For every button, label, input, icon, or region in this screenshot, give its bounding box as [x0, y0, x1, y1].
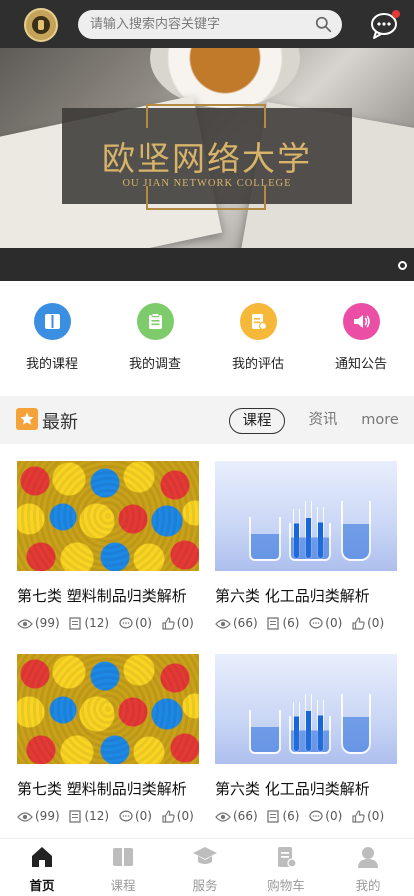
thumbs-up-icon	[162, 810, 175, 823]
quick-nav-label: 我的课程	[25, 357, 78, 372]
bottom-nav-label: 我的	[355, 878, 381, 893]
quick-nav-label: 我的评估	[231, 357, 284, 372]
comment-icon	[309, 810, 323, 822]
banner-frame-line	[264, 104, 266, 128]
eye-icon	[17, 619, 33, 629]
course-title[interactable]: 第六类 化工品归类解析	[215, 778, 397, 799]
comments-count: (0)	[134, 809, 152, 823]
survey-icon	[148, 313, 162, 329]
comments-count: (0)	[325, 616, 343, 630]
quick-nav-my-courses[interactable]: 我的课程	[6, 303, 98, 372]
cart-doc-icon	[278, 847, 297, 868]
tab-courses[interactable]: 课程	[229, 408, 285, 434]
thumbs-up-icon	[352, 810, 365, 823]
note-icon	[69, 810, 82, 823]
course-stats: (99) (12) (0) (0)	[17, 616, 199, 630]
comment-icon	[309, 617, 323, 629]
banner-title-cn: 欧坚网络大学	[102, 139, 312, 178]
banner-bottom-strip	[0, 248, 414, 281]
bottom-nav-label: 课程	[110, 878, 136, 893]
book-icon	[44, 314, 60, 329]
course-stats: (66) (6) (0) (0)	[215, 809, 397, 823]
course-title[interactable]: 第六类 化工品归类解析	[215, 585, 397, 606]
banner-frame-line	[146, 104, 266, 106]
quick-nav-notices[interactable]: 通知公告	[315, 303, 407, 372]
search-input[interactable]	[90, 10, 310, 39]
course-book-icon	[113, 848, 133, 866]
graduation-cap-icon	[193, 847, 217, 864]
home-icon	[32, 847, 52, 867]
hero-banner[interactable]: 欧坚网络大学 OU JIAN NETWORK COLLEGE	[0, 48, 414, 281]
banner-frame-line	[264, 186, 266, 210]
course-title[interactable]: 第七类 塑料制品归类解析	[17, 585, 199, 606]
bottom-nav-label: 购物车	[267, 878, 305, 893]
thumbs-up-icon	[162, 617, 175, 630]
message-icon[interactable]	[368, 7, 402, 41]
tab-news[interactable]: 资讯	[302, 408, 344, 434]
course-thumbnail-gears[interactable]	[17, 654, 199, 764]
notes-count: (12)	[84, 809, 110, 823]
quick-nav-my-evaluation[interactable]: 我的评估	[212, 303, 304, 372]
course-card[interactable]: 第六类 化工品归类解析 (66) (6) (0) (0)	[215, 461, 397, 630]
views-count: (99)	[35, 616, 60, 630]
note-icon	[69, 617, 82, 630]
speaker-icon	[353, 315, 370, 328]
quick-nav-my-survey[interactable]: 我的调查	[109, 303, 201, 372]
tab-more[interactable]: more	[356, 408, 404, 434]
bottom-nav-course[interactable]: 课程	[88, 845, 158, 894]
course-thumbnail-lab[interactable]	[215, 654, 397, 764]
course-card[interactable]: 第七类 塑料制品归类解析 (99) (12) (0) (0)	[17, 654, 199, 823]
note-icon	[267, 810, 280, 823]
search-bar[interactable]	[78, 10, 342, 39]
course-card[interactable]: 第七类 塑料制品归类解析 (99) (12) (0) (0)	[17, 461, 199, 630]
banner-frame-line	[146, 208, 266, 210]
views-count: (99)	[35, 809, 60, 823]
bottom-nav-profile[interactable]: 我的	[333, 845, 403, 894]
bottom-nav-service[interactable]: 服务	[170, 845, 240, 894]
banner-frame-line	[146, 186, 148, 210]
quick-nav: 我的课程 我的调查 我的评估 通知公告	[0, 281, 414, 396]
bottom-nav-label: 首页	[29, 878, 55, 893]
likes-count: (0)	[176, 809, 194, 823]
course-stats: (99) (12) (0) (0)	[17, 809, 199, 823]
quick-nav-label: 我的调查	[128, 357, 181, 372]
search-icon[interactable]	[315, 16, 332, 33]
course-card[interactable]: 第六类 化工品归类解析 (66) (6) (0) (0)	[215, 654, 397, 823]
notes-count: (6)	[282, 809, 300, 823]
banner-frame-line	[146, 104, 148, 128]
bottom-nav-label: 服务	[192, 878, 218, 893]
bottom-nav: 首页 课程 服务 购物车 我的	[0, 838, 414, 896]
course-thumbnail-lab[interactable]	[215, 461, 397, 571]
course-title[interactable]: 第七类 塑料制品归类解析	[17, 778, 199, 799]
comment-icon	[119, 810, 133, 822]
carousel-indicator-dot[interactable]	[398, 261, 407, 270]
eye-icon	[215, 812, 231, 822]
likes-count: (0)	[367, 616, 385, 630]
banner-title-en: OU JIAN NETWORK COLLEGE	[122, 178, 292, 189]
likes-count: (0)	[176, 616, 194, 630]
user-icon	[358, 847, 378, 868]
top-bar	[0, 0, 414, 48]
notes-count: (12)	[84, 616, 110, 630]
notes-count: (6)	[282, 616, 300, 630]
eye-icon	[215, 619, 231, 629]
bottom-nav-home[interactable]: 首页	[7, 845, 77, 894]
eye-icon	[17, 812, 33, 822]
course-stats: (66) (6) (0) (0)	[215, 616, 397, 630]
star-icon	[16, 408, 38, 430]
comments-count: (0)	[325, 809, 343, 823]
comment-icon	[119, 617, 133, 629]
comments-count: (0)	[134, 616, 152, 630]
quick-nav-label: 通知公告	[334, 357, 387, 372]
note-icon	[267, 617, 280, 630]
college-logo[interactable]	[24, 8, 58, 42]
course-thumbnail-gears[interactable]	[17, 461, 199, 571]
thumbs-up-icon	[352, 617, 365, 630]
likes-count: (0)	[367, 809, 385, 823]
evaluation-icon	[251, 314, 267, 331]
views-count: (66)	[233, 616, 258, 630]
section-title: 最新	[42, 412, 78, 433]
views-count: (66)	[233, 809, 258, 823]
bottom-nav-cart[interactable]: 购物车	[251, 845, 321, 894]
